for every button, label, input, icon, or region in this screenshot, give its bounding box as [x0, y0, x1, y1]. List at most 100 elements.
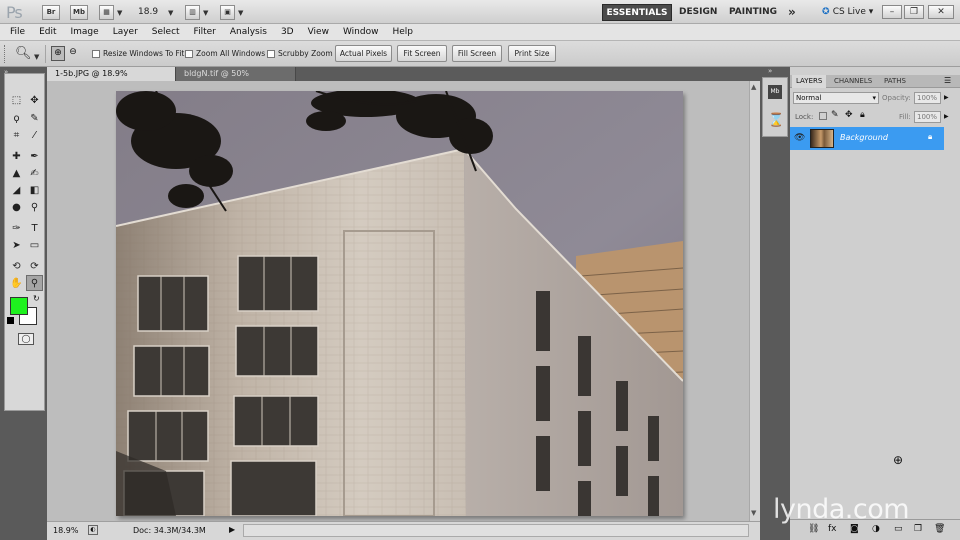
horizontal-scrollbar[interactable] [243, 524, 749, 537]
menu-analysis[interactable]: Analysis [223, 24, 274, 41]
lock-position-icon[interactable]: ✥ [845, 110, 853, 120]
menu-file[interactable]: File [0, 24, 32, 41]
document-image[interactable] [116, 91, 683, 516]
scrubby-zoom-checkbox[interactable]: Scrubby Zoom [267, 49, 333, 58]
clone-stamp-tool-icon[interactable]: ▲ [8, 165, 25, 181]
swap-colors-icon[interactable]: ↻ [33, 294, 40, 303]
screen-mode-button[interactable]: ▣ [220, 5, 235, 20]
new-layer-icon[interactable]: ❐ [914, 524, 922, 534]
cs-live-button[interactable]: ✪ CS Live ▾ [822, 4, 873, 21]
menu-help[interactable]: Help [385, 24, 420, 41]
vertical-scrollbar[interactable]: ▲ ▼ [749, 81, 760, 521]
fill-caret-icon[interactable]: ▶ [944, 113, 949, 120]
scroll-down-icon[interactable]: ▼ [751, 509, 756, 517]
menu-filter[interactable]: Filter [187, 24, 223, 41]
pen-tool-icon[interactable]: ✑ [8, 220, 25, 236]
print-size-button[interactable]: Print Size [508, 45, 556, 62]
tab-paths[interactable]: PATHS [880, 75, 910, 88]
arrange-caret-icon[interactable]: ▼ [203, 9, 208, 17]
menu-window[interactable]: Window [336, 24, 386, 41]
lasso-tool-icon[interactable]: ϙ [8, 110, 25, 126]
hand-tool-icon[interactable]: ✋ [8, 275, 25, 291]
restore-button[interactable]: ❐ [904, 5, 924, 19]
default-colors-icon[interactable] [7, 317, 14, 324]
workspace-essentials[interactable]: ESSENTIALS [602, 4, 672, 21]
resize-windows-checkbox[interactable]: Resize Windows To Fit [92, 49, 184, 58]
spot-healing-tool-icon[interactable]: ✚ [8, 148, 25, 164]
scroll-up-icon[interactable]: ▲ [751, 83, 756, 91]
zoom-in-icon[interactable]: ⊕ [51, 46, 65, 61]
close-button[interactable]: ✕ [928, 5, 954, 19]
zoom-tool-preset-icon[interactable]: 🔍︎ [15, 46, 32, 61]
zoom-all-windows-checkbox[interactable]: Zoom All Windows [185, 49, 265, 58]
lock-all-icon[interactable]: 🔒︎ [860, 110, 865, 120]
zoom-tool-icon[interactable]: ⚲ [26, 275, 43, 291]
document-tab-bldgn[interactable]: bldgN.tif @ 50% (RGB/8)☒ [176, 67, 296, 92]
zoom-level-caret-icon[interactable]: ▼ [168, 9, 173, 17]
crop-tool-icon[interactable]: ⌗ [8, 127, 25, 143]
fit-screen-button[interactable]: Fit Screen [397, 45, 447, 62]
blend-mode-select[interactable]: Normal ▾ [793, 92, 879, 104]
delete-layer-icon[interactable]: 🗑︎ [934, 524, 945, 534]
blur-tool-icon[interactable]: ● [8, 199, 25, 215]
opacity-field[interactable]: 100% [914, 92, 941, 104]
opacity-caret-icon[interactable]: ▶ [944, 94, 949, 101]
tab-layers[interactable]: LAYERS [792, 75, 827, 88]
mini-bridge-panel-icon[interactable]: Mb [768, 85, 782, 99]
more-workspaces-icon[interactable]: » [788, 4, 796, 21]
menu-layer[interactable]: Layer [106, 24, 145, 41]
status-export-icon[interactable]: ◐ [88, 525, 98, 535]
view-extras-caret-icon[interactable]: ▼ [117, 9, 122, 17]
status-menu-arrow-icon[interactable]: ▶ [229, 525, 235, 534]
menu-edit[interactable]: Edit [32, 24, 63, 41]
workspace-design[interactable]: DESIGN [679, 4, 717, 21]
layer-name[interactable]: Background [840, 133, 888, 142]
layer-visibility-eye-icon[interactable]: 👁︎ [794, 133, 805, 143]
fill-field[interactable]: 100% [914, 111, 941, 123]
layer-style-icon[interactable]: fx [828, 524, 837, 534]
adjustment-layer-icon[interactable]: ◑ [872, 524, 880, 534]
new-group-icon[interactable]: ▭ [894, 524, 903, 534]
quick-selection-tool-icon[interactable]: ✎ [26, 110, 43, 126]
zoom-out-icon[interactable]: ⊖ [66, 46, 80, 61]
menu-select[interactable]: Select [145, 24, 187, 41]
screen-mode-caret-icon[interactable]: ▼ [238, 9, 243, 17]
brush-tool-icon[interactable]: ✒ [26, 148, 43, 164]
marquee-tool-icon[interactable]: ⬚ [8, 92, 25, 108]
history-panel-icon[interactable]: ⌛ [768, 113, 784, 128]
foreground-color-swatch[interactable] [10, 297, 28, 315]
workspace-painting[interactable]: PAINTING [729, 4, 777, 21]
status-zoom-field[interactable]: 18.9% [53, 526, 78, 535]
layer-mask-icon[interactable]: ◙ [850, 524, 859, 534]
3d-orbit-tool-icon[interactable]: ⟳ [26, 258, 43, 274]
lock-transparent-icon[interactable] [819, 112, 827, 120]
3d-rotate-tool-icon[interactable]: ⟲ [8, 258, 25, 274]
menu-3d[interactable]: 3D [274, 24, 301, 41]
history-brush-tool-icon[interactable]: ✍ [26, 165, 43, 181]
arrange-documents-button[interactable]: ▥ [185, 5, 200, 20]
menu-view[interactable]: View [301, 24, 336, 41]
document-tab-1-5b[interactable]: 1-5b.JPG @ 18.9% (RGB/8)☒ [47, 67, 176, 92]
path-selection-tool-icon[interactable]: ➤ [8, 237, 25, 253]
link-layers-icon[interactable]: ⛓ [808, 524, 819, 534]
actual-pixels-button[interactable]: Actual Pixels [335, 45, 392, 62]
canvas-area[interactable] [47, 81, 749, 521]
gradient-tool-icon[interactable]: ◧ [26, 182, 43, 198]
collapse-dock-icon[interactable]: » [768, 67, 772, 75]
eraser-tool-icon[interactable]: ◢ [8, 182, 25, 198]
panel-menu-icon[interactable]: ☰ [944, 76, 951, 85]
view-extras-button[interactable]: ▦ [99, 5, 114, 20]
type-tool-icon[interactable]: T [26, 220, 43, 236]
tool-preset-caret-icon[interactable]: ▼ [34, 53, 39, 61]
move-tool-icon[interactable]: ✥ [26, 92, 43, 108]
minimize-button[interactable]: – [882, 5, 902, 19]
menu-image[interactable]: Image [64, 24, 106, 41]
fill-screen-button[interactable]: Fill Screen [452, 45, 502, 62]
eyedropper-tool-icon[interactable]: ⁄ [26, 127, 43, 143]
mini-bridge-button[interactable]: Mb [70, 5, 88, 20]
quick-mask-icon[interactable]: ◯ [18, 333, 34, 345]
options-grip[interactable] [4, 45, 6, 63]
layer-row-background[interactable]: 👁︎ Background 🔒︎ [790, 127, 944, 150]
lock-pixels-icon[interactable]: ✎ [831, 110, 839, 120]
rectangle-tool-icon[interactable]: ▭ [26, 237, 43, 253]
